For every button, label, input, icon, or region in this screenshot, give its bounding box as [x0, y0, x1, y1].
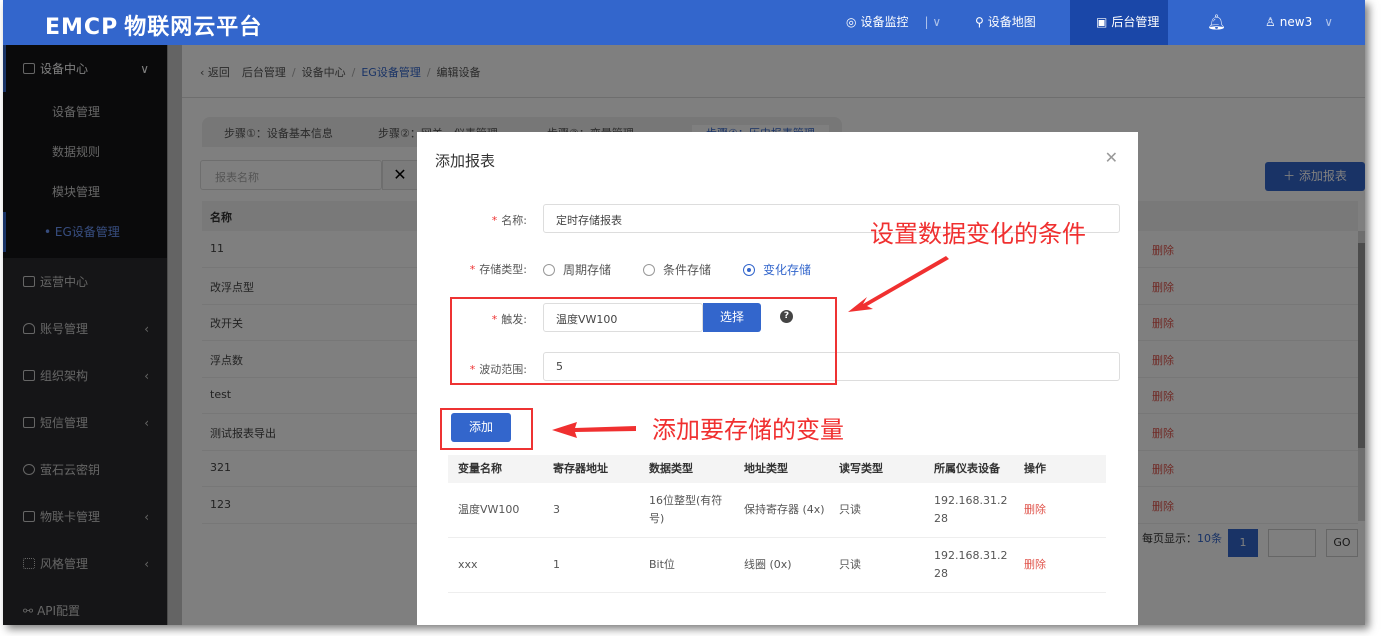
- app-window: EMCP 物联网云平台 ◎ 设备监控 | ∨ ⚲ 设备地图 ▣ 后台管理 🔔︎ ♙ new3…: [3, 0, 1365, 625]
- arrow-icon: [552, 422, 636, 438]
- annotation-arrows: [552, 256, 949, 438]
- arrow-icon: [848, 256, 949, 312]
